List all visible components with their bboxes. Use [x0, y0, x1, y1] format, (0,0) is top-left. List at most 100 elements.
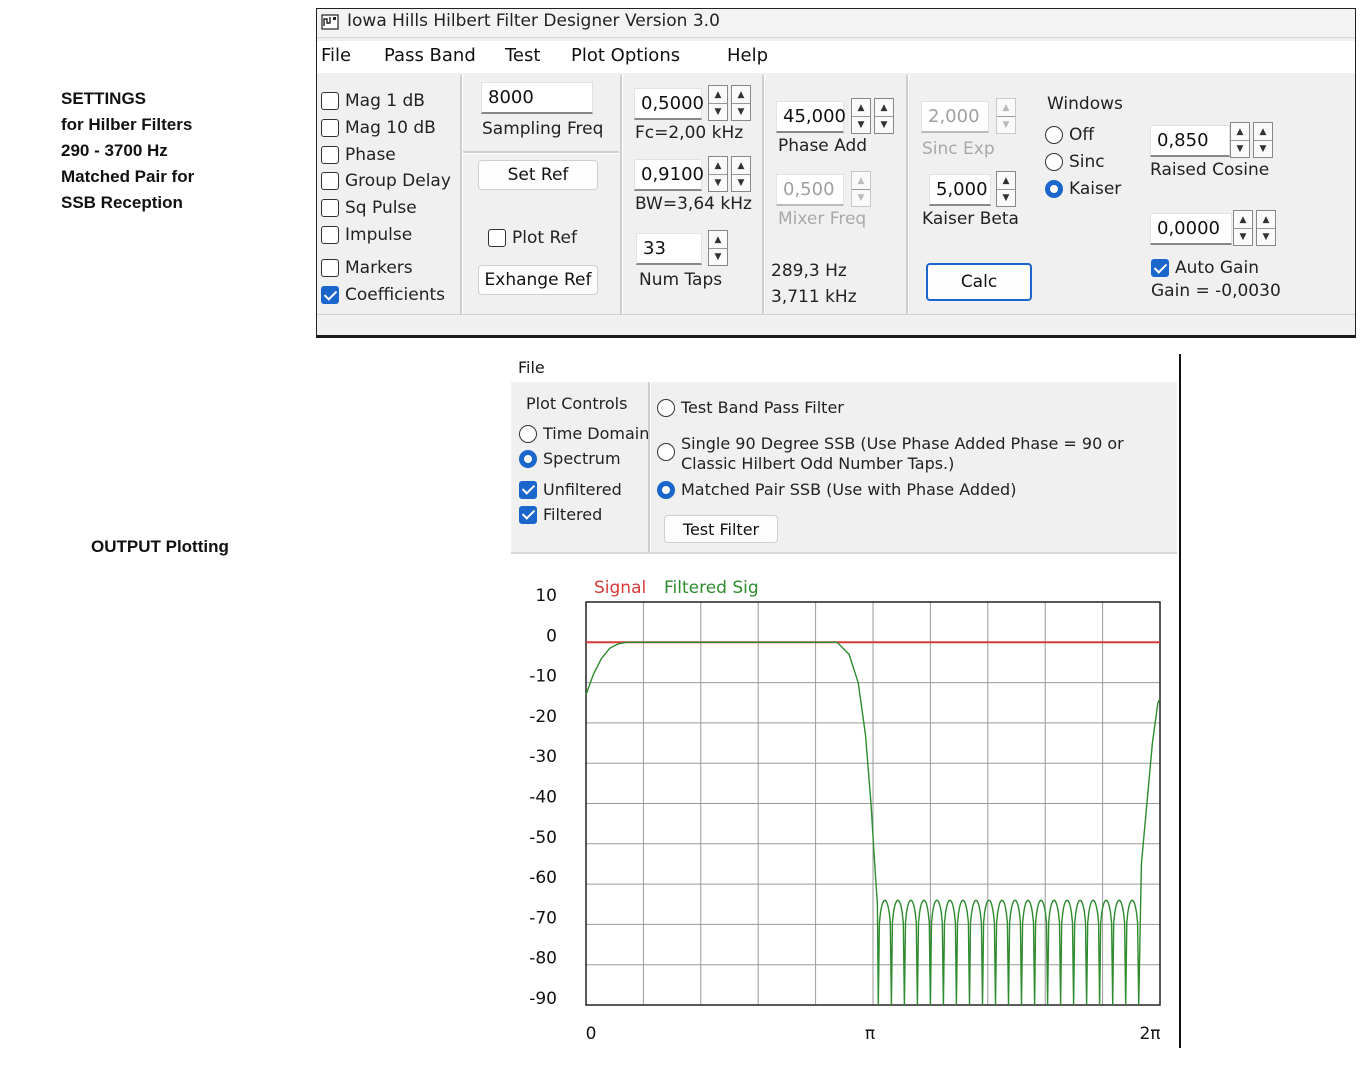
- spin-down-icon[interactable]: ▼: [709, 103, 727, 120]
- raised-cosine-fine-spinner[interactable]: ▲ ▼: [1230, 122, 1250, 158]
- spin-down-icon[interactable]: ▼: [875, 116, 893, 133]
- plot-menu-file[interactable]: File: [518, 358, 545, 377]
- gain-input[interactable]: 0,0000: [1150, 213, 1232, 245]
- sampling-freq-label: Sampling Freq: [482, 119, 604, 139]
- checkbox-box: [321, 92, 339, 110]
- gain-fine-spinner[interactable]: ▲ ▼: [1233, 210, 1253, 246]
- check-plot-ref[interactable]: Plot Ref: [488, 228, 577, 248]
- fc-fine-spinner[interactable]: ▲ ▼: [708, 85, 728, 121]
- fc-coarse-spinner[interactable]: ▲ ▼: [731, 85, 751, 121]
- check-unfiltered[interactable]: Unfiltered: [519, 480, 622, 499]
- windows-title: Windows: [1047, 94, 1123, 114]
- check-filtered[interactable]: Filtered: [519, 505, 602, 524]
- y-tick-label: -20: [529, 707, 557, 727]
- window-kaiser-radio[interactable]: Kaiser: [1045, 179, 1121, 199]
- spin-down-icon[interactable]: ▼: [1254, 140, 1272, 157]
- raised-cosine-input[interactable]: 0,850: [1150, 125, 1230, 157]
- time-domain-radio[interactable]: Time Domain: [519, 424, 649, 443]
- radio-dot: [657, 398, 675, 417]
- menu-plot-options[interactable]: Plot Options: [571, 45, 680, 66]
- spin-down-icon[interactable]: ▼: [997, 189, 1015, 206]
- spectrum-radio[interactable]: Spectrum: [519, 449, 621, 468]
- band-edge-low: 289,3 Hz: [771, 261, 847, 281]
- bw-fine-spinner[interactable]: ▲ ▼: [708, 156, 728, 192]
- check-label: Sq Pulse: [345, 198, 417, 218]
- spin-up-icon[interactable]: ▲: [1254, 123, 1272, 141]
- taps-spinner[interactable]: ▲ ▼: [708, 230, 728, 266]
- window-sinc-radio[interactable]: Sinc: [1045, 152, 1105, 172]
- num-taps-input[interactable]: 33: [636, 233, 702, 265]
- radio-label: Test Band Pass Filter: [681, 398, 844, 417]
- spin-down-icon[interactable]: ▼: [1257, 228, 1275, 245]
- spin-down-icon[interactable]: ▼: [709, 174, 727, 191]
- y-tick-label: -70: [529, 908, 557, 928]
- raised-cosine-label: Raised Cosine: [1150, 160, 1270, 180]
- spin-up-icon[interactable]: ▲: [732, 157, 750, 175]
- window-off-radio[interactable]: Off: [1045, 125, 1094, 145]
- check-group-delay[interactable]: Group Delay: [321, 171, 451, 191]
- test-matched-pair-radio[interactable]: Matched Pair SSB (Use with Phase Added): [657, 480, 1016, 499]
- set-ref-button[interactable]: Set Ref: [478, 160, 598, 190]
- check-impulse[interactable]: Impulse: [321, 225, 412, 245]
- plot-controls-title: Plot Controls: [526, 394, 628, 413]
- fc-input[interactable]: 0,5000: [634, 88, 704, 120]
- kaiser-beta-spinner[interactable]: ▲ ▼: [996, 171, 1016, 207]
- checkbox-box: [488, 229, 506, 247]
- menu-file[interactable]: File: [321, 45, 351, 66]
- test-filter-button[interactable]: Test Filter: [664, 515, 778, 543]
- y-tick-label: -80: [529, 949, 557, 969]
- bw-coarse-spinner[interactable]: ▲ ▼: [731, 156, 751, 192]
- raised-cosine-coarse-spinner[interactable]: ▲ ▼: [1253, 122, 1273, 158]
- spin-up-icon[interactable]: ▲: [732, 86, 750, 104]
- checkbox-box: [321, 199, 339, 217]
- check-markers[interactable]: Markers: [321, 258, 413, 278]
- spin-up-icon[interactable]: ▲: [1231, 123, 1249, 141]
- phase-coarse-spinner[interactable]: ▲ ▼: [874, 98, 894, 134]
- radio-label: Off: [1069, 125, 1095, 145]
- menu-test[interactable]: Test: [505, 45, 540, 66]
- spin-up-icon[interactable]: ▲: [709, 86, 727, 104]
- sampling-freq-input[interactable]: 8000: [481, 82, 593, 114]
- radio-dot: [1045, 126, 1063, 144]
- check-mag-10db[interactable]: Mag 10 dB: [321, 118, 436, 138]
- check-label: Markers: [345, 258, 413, 278]
- spin-down-icon[interactable]: ▼: [709, 248, 727, 265]
- test-band-pass-radio[interactable]: Test Band Pass Filter: [657, 398, 844, 417]
- spin-up-icon[interactable]: ▲: [852, 99, 870, 117]
- check-auto-gain[interactable]: Auto Gain: [1151, 258, 1259, 278]
- spin-down-icon[interactable]: ▼: [732, 103, 750, 120]
- spin-down-icon[interactable]: ▼: [732, 174, 750, 191]
- menu-help[interactable]: Help: [727, 45, 768, 66]
- y-tick-label: -90: [529, 989, 557, 1009]
- spin-up-icon[interactable]: ▲: [1257, 211, 1275, 229]
- mixer-freq-label: Mixer Freq: [778, 209, 867, 229]
- check-phase[interactable]: Phase: [321, 145, 396, 165]
- spin-down-icon[interactable]: ▼: [1234, 228, 1252, 245]
- app-filter-icon: [321, 14, 339, 30]
- exchange-ref-button[interactable]: Exhange Ref: [478, 265, 598, 295]
- spin-up-icon: ▲: [852, 172, 870, 190]
- spin-up-icon[interactable]: ▲: [709, 231, 727, 249]
- sinc-exp-input: 2,000: [921, 101, 989, 133]
- spin-up-icon[interactable]: ▲: [875, 99, 893, 117]
- test-single-ssb-radio[interactable]: Single 90 Degree SSB (Use Phase Added Ph…: [657, 434, 1124, 474]
- spin-up-icon[interactable]: ▲: [1234, 211, 1252, 229]
- check-coefficients[interactable]: Coefficients: [321, 285, 445, 305]
- bw-input[interactable]: 0,9100: [634, 159, 704, 191]
- gain-readout: Gain = -0,0030: [1151, 281, 1281, 301]
- kaiser-beta-input[interactable]: 5,000: [929, 174, 991, 206]
- phase-add-input[interactable]: 45,000: [776, 101, 846, 133]
- calc-button[interactable]: Calc: [926, 263, 1032, 301]
- menu-pass-band[interactable]: Pass Band: [384, 45, 476, 66]
- phase-fine-spinner[interactable]: ▲ ▼: [851, 98, 871, 134]
- spin-down-icon[interactable]: ▼: [852, 116, 870, 133]
- spin-down-icon[interactable]: ▼: [1231, 140, 1249, 157]
- checkbox-box: [321, 259, 339, 277]
- radio-dot: [519, 424, 537, 443]
- check-sq-pulse[interactable]: Sq Pulse: [321, 198, 417, 218]
- spin-up-icon[interactable]: ▲: [997, 172, 1015, 190]
- designer-window: Iowa Hills Hilbert Filter Designer Versi…: [316, 8, 1356, 338]
- spin-up-icon[interactable]: ▲: [709, 157, 727, 175]
- check-mag-1db[interactable]: Mag 1 dB: [321, 91, 425, 111]
- gain-coarse-spinner[interactable]: ▲ ▼: [1256, 210, 1276, 246]
